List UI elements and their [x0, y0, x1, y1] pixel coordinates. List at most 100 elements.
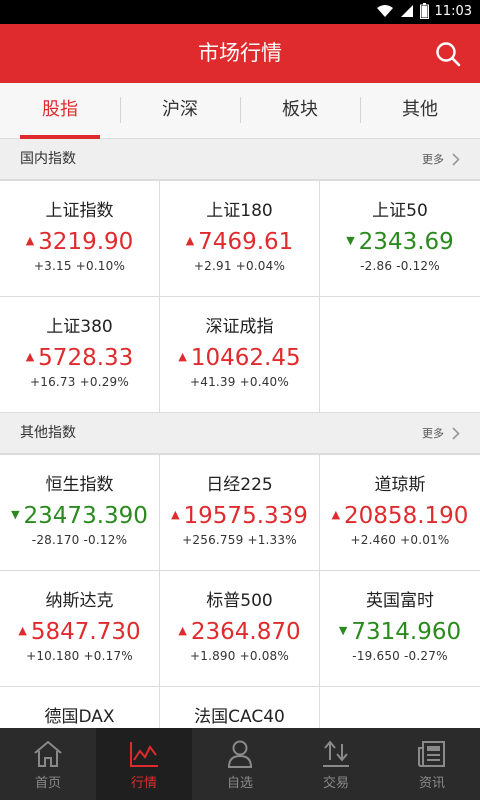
tab-stock-index[interactable]: 股指	[0, 83, 120, 139]
more-link-other[interactable]: 更多	[422, 413, 460, 454]
index-grid-domestic: 上证指数 ▲ 3219.90 +3.15 +0.10% 上证180 ▲ 7469.61 +2.…	[0, 180, 480, 413]
index-name: 标普500	[206, 591, 273, 611]
triangle-up-icon: ▲	[178, 350, 187, 363]
index-name: 上证指数	[45, 201, 114, 221]
index-price-value: 10462.45	[190, 345, 301, 371]
index-card[interactable]: 恒生指数 ▼ 23473.390 -28.170 -0.12%	[0, 455, 160, 571]
home-icon	[34, 740, 62, 767]
nav-trade[interactable]: 交易	[288, 728, 384, 800]
nav-market[interactable]: 行情	[96, 728, 192, 800]
change-percent: -0.27%	[404, 649, 448, 663]
triangle-down-icon: ▼	[11, 508, 20, 521]
index-change: +41.39 +0.40%	[160, 375, 319, 389]
triangle-down-icon: ▼	[338, 624, 348, 637]
change-value: -2.86	[360, 259, 393, 273]
change-value: +41.39	[189, 375, 236, 389]
index-name: 纳斯达克	[45, 591, 114, 611]
change-percent: +1.33%	[247, 533, 297, 547]
index-change: -28.170 -0.12%	[0, 533, 159, 547]
nav-label: 行情	[130, 776, 157, 791]
index-name: 日经225	[206, 475, 273, 495]
index-card[interactable]: 上证380 ▲ 5728.33 +16.73 +0.29%	[0, 297, 160, 413]
index-price: ▲ 20858.190	[332, 501, 469, 531]
change-value: +2.460	[350, 533, 397, 547]
index-price-value: 2364.870	[190, 619, 301, 645]
index-change: -19.650 -0.27%	[320, 649, 480, 663]
tab-other[interactable]: 其他	[360, 83, 480, 138]
change-percent: +0.10%	[75, 259, 126, 273]
news-icon	[418, 741, 445, 767]
more-label: 更多	[422, 153, 444, 166]
index-change: +2.460 +0.01%	[320, 533, 480, 547]
index-price-value: 5728.33	[38, 345, 134, 371]
search-icon[interactable]	[434, 40, 462, 68]
wifi-icon	[376, 5, 393, 17]
index-name: 道琼斯	[374, 475, 426, 495]
triangle-up-icon: ▲	[185, 234, 195, 247]
battery-icon	[419, 3, 429, 19]
more-label: 更多	[422, 427, 444, 440]
index-price: ▲ 2364.870	[178, 617, 300, 647]
index-change: +1.890 +0.08%	[160, 649, 319, 663]
index-card[interactable]: 上证180 ▲ 7469.61 +2.91 +0.04%	[160, 181, 320, 297]
user-icon	[227, 740, 253, 768]
empty-cell	[320, 297, 480, 413]
chevron-right-icon	[452, 427, 460, 440]
status-icons: 11:03	[376, 3, 472, 19]
index-change: +2.91 +0.04%	[160, 259, 319, 273]
change-value: -28.170	[31, 533, 80, 547]
triangle-down-icon: ▼	[346, 234, 355, 247]
triangle-up-icon: ▲	[331, 508, 341, 521]
chevron-right-icon	[452, 153, 460, 166]
trade-icon	[323, 740, 349, 767]
section-title: 其他指数	[20, 425, 76, 441]
tab-sectors[interactable]: 板块	[240, 83, 360, 138]
index-card[interactable]: 上证50 ▼ 2343.69 -2.86 -0.12%	[320, 181, 480, 297]
change-value: +10.180	[26, 649, 80, 663]
more-link-domestic[interactable]: 更多	[422, 139, 460, 180]
change-percent: +0.40%	[239, 375, 289, 389]
index-card[interactable]: 纳斯达克 ▲ 5847.730 +10.180 +0.17%	[0, 571, 160, 687]
index-price: ▲ 7469.61	[186, 227, 294, 257]
change-percent: -0.12%	[83, 533, 128, 547]
change-percent: -0.12%	[396, 259, 440, 273]
index-card[interactable]: 日经225 ▲ 19575.339 +256.759 +1.33%	[160, 455, 320, 571]
nav-label: 自选	[226, 776, 253, 791]
chart-icon	[130, 742, 158, 767]
index-name: 深证成指	[205, 317, 274, 337]
tab-shanghai-shenzhen[interactable]: 沪深	[120, 83, 240, 138]
index-card[interactable]: 上证指数 ▲ 3219.90 +3.15 +0.10%	[0, 181, 160, 297]
change-value: +3.15	[33, 259, 72, 273]
nav-news[interactable]: 资讯	[384, 728, 480, 800]
index-price-value: 19575.339	[183, 503, 308, 529]
nav-home[interactable]: 首页	[0, 728, 96, 800]
change-value: -19.650	[352, 649, 401, 663]
triangle-up-icon: ▲	[18, 624, 27, 637]
index-card[interactable]: 道琼斯 ▲ 20858.190 +2.460 +0.01%	[320, 455, 480, 571]
index-price-value: 7314.960	[351, 619, 462, 645]
index-price: ▲ 3219.90	[26, 227, 134, 257]
app-header: 市场行情	[0, 24, 480, 83]
triangle-up-icon: ▲	[25, 350, 35, 363]
page-title: 市场行情	[198, 41, 282, 65]
nav-label: 交易	[322, 776, 349, 791]
index-card[interactable]: 英国富时 ▼ 7314.960 -19.650 -0.27%	[320, 571, 480, 687]
index-price-value: 23473.390	[23, 503, 148, 529]
index-price: ▲ 10462.45	[178, 343, 300, 373]
index-name: 恒生指数	[45, 475, 114, 495]
bottom-nav: 首页 行情 自选 交易 资讯	[0, 728, 480, 800]
triangle-up-icon: ▲	[171, 508, 180, 521]
index-change: +10.180 +0.17%	[0, 649, 159, 663]
index-name: 德国DAX	[44, 707, 115, 727]
index-price-value: 3219.90	[38, 229, 134, 255]
signal-icon	[400, 5, 413, 17]
change-percent: +0.08%	[239, 649, 289, 663]
change-percent: +0.04%	[235, 259, 286, 273]
section-header-domestic: 国内指数 更多	[0, 139, 480, 180]
index-card[interactable]: 标普500 ▲ 2364.870 +1.890 +0.08%	[160, 571, 320, 687]
index-card[interactable]: 深证成指 ▲ 10462.45 +41.39 +0.40%	[160, 297, 320, 413]
section-title: 国内指数	[20, 151, 76, 167]
change-value: +256.759	[182, 533, 244, 547]
index-price: ▲ 5728.33	[26, 343, 134, 373]
nav-watchlist[interactable]: 自选	[192, 728, 288, 800]
